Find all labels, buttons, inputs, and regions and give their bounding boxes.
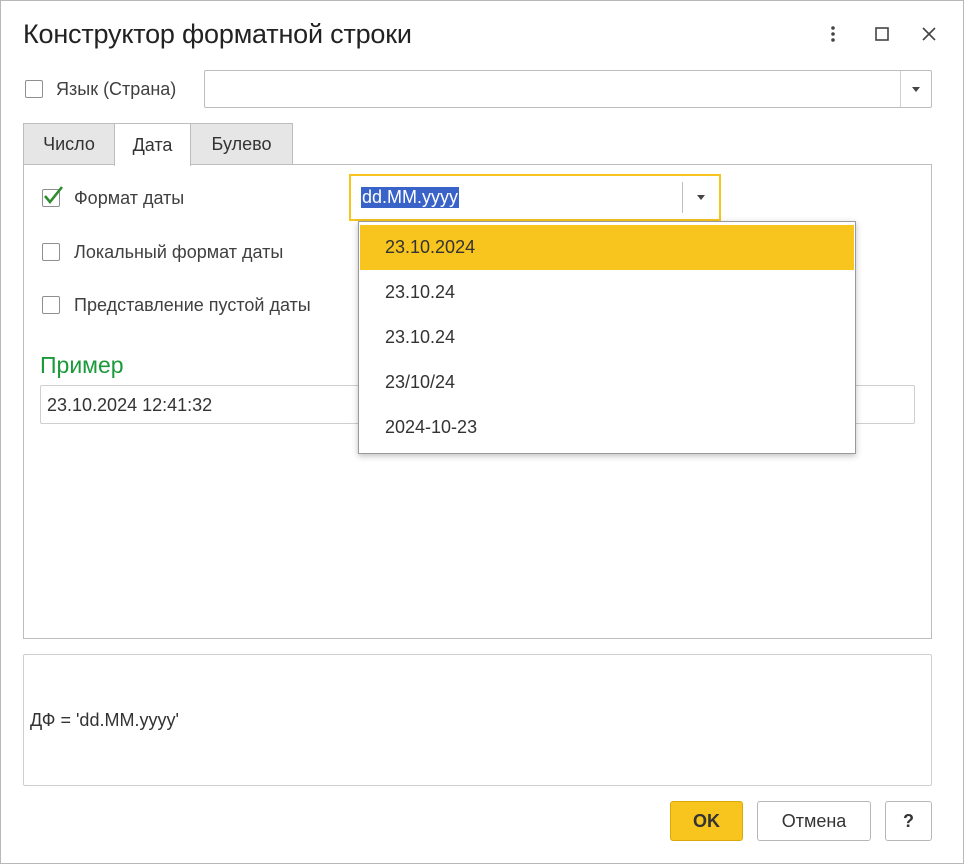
dropdown-option[interactable]: 23/10/24: [360, 360, 854, 405]
window-title: Конструктор форматной строки: [23, 19, 412, 49]
language-dropdown-button[interactable]: [900, 71, 931, 107]
dropdown-option[interactable]: 23.10.24: [360, 270, 854, 315]
maximize-button[interactable]: [868, 19, 896, 49]
cancel-button-label: Отмена: [781, 810, 847, 831]
local-format-checkbox[interactable]: [42, 243, 60, 261]
help-button-label: ?: [903, 810, 914, 831]
date-format-dropdown-list: 23.10.2024 23.10.24 23.10.24 23/10/24 20…: [358, 221, 856, 454]
cancel-button[interactable]: Отмена: [757, 801, 871, 841]
local-format-label: Локальный формат даты: [74, 242, 284, 262]
dropdown-arrow-icon: [697, 195, 705, 200]
date-format-input[interactable]: dd.MM.yyyy: [361, 187, 460, 208]
dropdown-option[interactable]: 2024-10-23: [360, 405, 854, 450]
empty-date-label: Представление пустой даты: [74, 295, 311, 315]
format-string-result: ДФ = 'dd.MM.yyyy': [30, 710, 179, 730]
tab-number[interactable]: Число: [23, 123, 115, 164]
date-format-label: Формат даты: [74, 188, 185, 208]
language-field[interactable]: [204, 70, 932, 108]
format-string-result-area: ДФ = 'dd.MM.yyyy': [23, 654, 932, 786]
dropdown-arrow-icon: [912, 86, 920, 92]
kebab-menu-icon: [831, 26, 835, 42]
date-format-checkbox[interactable]: [42, 186, 64, 207]
example-title: Пример: [40, 352, 124, 378]
ok-button[interactable]: OK: [670, 801, 743, 841]
maximize-icon: [875, 27, 889, 41]
checkmark-icon: [44, 186, 64, 205]
more-menu-button[interactable]: [819, 19, 847, 49]
tab-number-label: Число: [43, 133, 95, 154]
tab-date-label: Дата: [132, 134, 173, 155]
tab-date[interactable]: Дата: [114, 123, 191, 166]
close-icon: [922, 27, 936, 41]
tab-boolean[interactable]: Булево: [190, 123, 293, 164]
dialog-window: Конструктор форматной строки Язык (Стран…: [0, 0, 964, 864]
dropdown-option[interactable]: 23.10.24: [360, 315, 854, 360]
ok-button-label: OK: [693, 810, 720, 831]
tab-boolean-label: Булево: [211, 133, 272, 154]
empty-date-checkbox[interactable]: [42, 296, 60, 314]
close-button[interactable]: [915, 19, 943, 49]
language-checkbox[interactable]: [25, 80, 43, 98]
dropdown-option[interactable]: 23.10.2024: [360, 225, 854, 270]
date-format-combobox[interactable]: dd.MM.yyyy: [349, 174, 721, 221]
help-button[interactable]: ?: [885, 801, 932, 841]
date-format-dropdown-button[interactable]: [682, 182, 719, 213]
example-value: 23.10.2024 12:41:32: [47, 395, 213, 415]
language-label: Язык (Страна): [56, 79, 177, 99]
